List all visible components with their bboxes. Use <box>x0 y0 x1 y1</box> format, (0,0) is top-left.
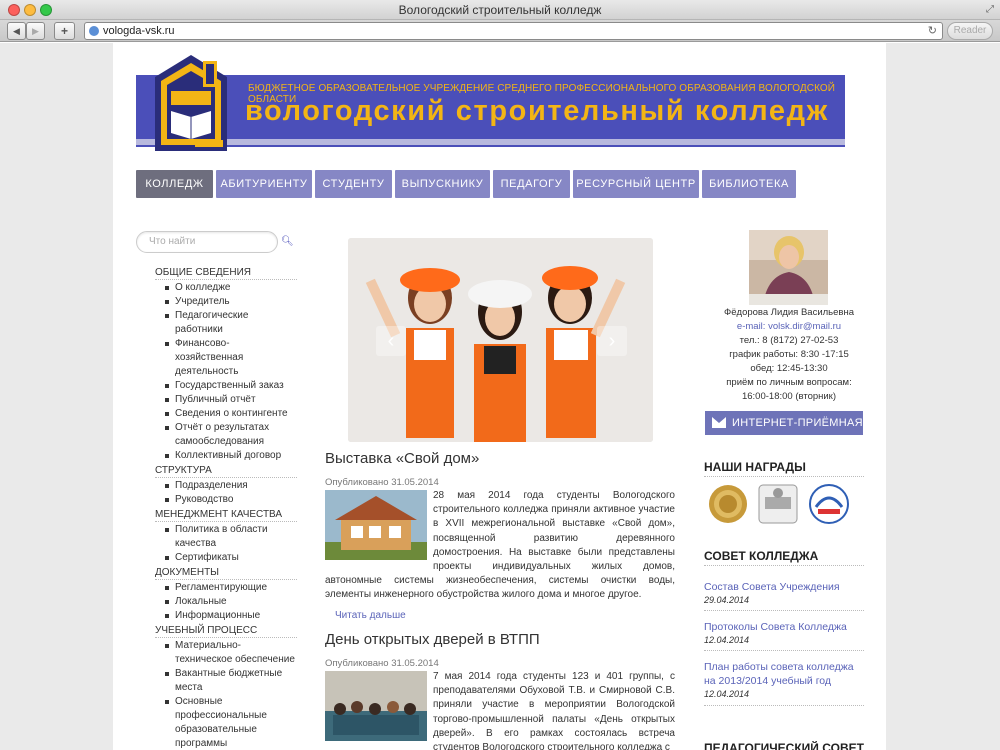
council-divider <box>704 705 864 706</box>
council-date: 12.04.2014 <box>704 689 750 699</box>
slider-prev-button[interactable]: ‹ <box>376 326 406 356</box>
nav-teacher[interactable]: ПЕДАГОГУ <box>493 170 570 198</box>
sidebar-item[interactable]: Подразделения <box>155 479 297 493</box>
new-tab-button[interactable]: + <box>54 22 75 40</box>
council-date: 29.04.2014 <box>704 595 750 605</box>
back-icon: ◀ <box>13 26 20 36</box>
article-date: Опубликовано 31.05.2014 <box>325 477 439 488</box>
forward-button[interactable]: ▶ <box>26 22 45 40</box>
nav-college[interactable]: КОЛЛЕДЖ <box>136 170 213 198</box>
browser-window: Вологодский строительный колледж ⤢ ◀ ▶ +… <box>0 0 1000 750</box>
forward-icon: ▶ <box>32 26 39 36</box>
page-viewport: БЮДЖЕТНОЕ ОБРАЗОВАТЕЛЬНОЕ УЧРЕЖДЕНИЕ СРЕ… <box>0 43 1000 750</box>
sidebar-item[interactable]: Сертификаты <box>155 551 297 565</box>
minimize-window-button[interactable] <box>24 4 36 16</box>
sidebar-item[interactable]: Локальные <box>155 595 297 609</box>
council-divider <box>704 650 864 651</box>
internet-reception-button[interactable]: ИНТЕРНЕТ-ПРИЁМНАЯ <box>705 411 863 435</box>
url-text: vologda-vsk.ru <box>103 25 175 37</box>
nav-graduate[interactable]: ВЫПУСКНИКУ <box>395 170 490 198</box>
article-date: Опубликовано 31.05.2014 <box>325 658 439 669</box>
article-title[interactable]: Выставка «Свой дом» <box>325 450 479 467</box>
council-divider <box>704 610 864 611</box>
director-phone: тел.: 8 (8172) 27-02-53 <box>739 335 839 346</box>
sidebar-section-title[interactable]: ДОКУМЕНТЫ <box>155 565 297 580</box>
sidebar-item[interactable]: Вакантные бюджетные места <box>155 667 297 695</box>
director-photo <box>749 230 828 305</box>
site-title[interactable]: вологодский строительный колледж <box>245 95 829 128</box>
education-award-icon[interactable] <box>808 483 850 525</box>
director-email[interactable]: e-mail: volsk.dir@mail.ru <box>704 320 874 334</box>
sidebar-item[interactable]: Руководство <box>155 493 297 507</box>
nav-student[interactable]: СТУДЕНТУ <box>315 170 392 198</box>
search-input[interactable]: Что найти <box>136 231 278 253</box>
sidebar-item[interactable]: Материально-техническое обеспечение <box>155 639 297 667</box>
college-logo-icon[interactable] <box>151 51 229 151</box>
council-link[interactable]: План работы совета колледжа на 2013/2014… <box>704 660 864 688</box>
nav-library[interactable]: БИБЛИОТЕКА <box>702 170 796 198</box>
reload-icon[interactable]: ↻ <box>928 23 937 39</box>
window-titlebar: Вологодский строительный колледж ⤢ <box>0 0 1000 20</box>
sidebar-item[interactable]: Государственный заказ <box>155 379 297 393</box>
sidebar-item[interactable]: Основные профессиональные образовательны… <box>155 695 297 750</box>
globe-icon <box>89 26 99 36</box>
zoom-window-button[interactable] <box>40 4 52 16</box>
council-heading: СОВЕТ КОЛЛЕДЖА <box>704 549 864 566</box>
sidebar-item[interactable]: Финансово-хозяйственная деятельность <box>155 337 297 379</box>
reader-button[interactable]: Reader <box>947 22 993 40</box>
fullscreen-icon[interactable]: ⤢ <box>986 0 994 20</box>
director-name: Фёдорова Лидия Васильевна <box>724 307 854 318</box>
sidebar-item[interactable]: Информационные <box>155 609 297 623</box>
sidebar-item[interactable]: Сведения о контингенте <box>155 407 297 421</box>
sidebar-item[interactable]: Публичный отчёт <box>155 393 297 407</box>
director-reception: приём по личным вопросам: <box>726 377 852 388</box>
browser-toolbar: ◀ ▶ + vologda-vsk.ru ↻ Reader <box>0 20 1000 42</box>
window-title: Вологодский строительный колледж <box>398 3 602 17</box>
article-thumb-spacer <box>325 489 433 561</box>
director-lunch: обед: 12:45-13:30 <box>750 363 828 374</box>
sidebar-item[interactable]: Педагогические работники <box>155 309 297 337</box>
sidebar-item[interactable]: Учредитель <box>155 295 297 309</box>
sidebar-item[interactable]: О колледже <box>155 281 297 295</box>
sidebar-section-title[interactable]: МЕНЕДЖМЕНТ КАЧЕСТВА <box>155 507 297 522</box>
internet-reception-label: ИНТЕРНЕТ-ПРИЁМНАЯ <box>732 417 863 429</box>
article-body: 7 мая 2014 года студенты 123 и 401 групп… <box>325 670 675 750</box>
sidebar-section-title[interactable]: СТРУКТУРА <box>155 463 297 478</box>
nav-resource-center[interactable]: РЕСУРСНЫЙ ЦЕНТР <box>573 170 699 198</box>
council-link[interactable]: Состав Совета Учреждения <box>704 580 864 594</box>
council-link[interactable]: Протоколы Совета Колледжа <box>704 620 864 634</box>
sidebar-item[interactable]: Регламентирующие <box>155 581 297 595</box>
sidebar-section-title[interactable]: УЧЕБНЫЙ ПРОЦЕСС <box>155 623 297 638</box>
article-title[interactable]: День открытых дверей в ВТПП <box>325 631 540 648</box>
awards-heading: НАШИ НАГРАДЫ <box>704 460 864 477</box>
search-icon[interactable]: 🔍︎ <box>281 236 294 247</box>
sidebar-menu: ОБЩИЕ СВЕДЕНИЯ О колледже Учредитель Педаго… <box>155 265 297 750</box>
director-reception-time: 16:00-18:00 (вторник) <box>741 391 837 402</box>
address-bar[interactable]: vologda-vsk.ru ↻ <box>84 22 943 40</box>
sidebar-item[interactable]: Политика в области качества <box>155 523 297 551</box>
close-window-button[interactable] <box>8 4 20 16</box>
back-button[interactable]: ◀ <box>7 22 26 40</box>
read-more-link[interactable]: Читать дальше <box>335 610 406 621</box>
director-contact: Фёдорова Лидия Васильевна e-mail: volsk.… <box>704 306 874 404</box>
nav-applicant[interactable]: АБИТУРИЕНТУ <box>216 170 312 198</box>
mail-icon <box>712 417 726 428</box>
gold-medal-icon[interactable] <box>707 483 749 525</box>
best-goods-icon[interactable] <box>757 483 799 525</box>
slider-next-button[interactable]: › <box>597 326 627 356</box>
article-thumb-spacer <box>325 670 433 742</box>
header-stripe <box>136 139 845 145</box>
plus-icon: + <box>60 24 68 38</box>
director-schedule: график работы: 8:30 -17:15 <box>729 349 849 360</box>
sidebar-item[interactable]: Отчёт о результатах самообследования <box>155 421 297 449</box>
sidebar-item[interactable]: Коллективный договор <box>155 449 297 463</box>
sidebar-section-title[interactable]: ОБЩИЕ СВЕДЕНИЯ <box>155 265 297 280</box>
council-date: 12.04.2014 <box>704 635 750 645</box>
article-text: 7 мая 2014 года студенты 123 и 401 групп… <box>433 671 675 750</box>
pedagogical-council-heading: ПЕДАГОГИЧЕСКИЙ СОВЕТ <box>704 741 864 750</box>
article-body: 28 мая 2014 года студенты Вологодского с… <box>325 489 675 603</box>
news-slider[interactable]: ‹ › <box>348 238 653 442</box>
page-content: БЮДЖЕТНОЕ ОБРАЗОВАТЕЛЬНОЕ УЧРЕЖДЕНИЕ СРЕ… <box>113 43 886 750</box>
